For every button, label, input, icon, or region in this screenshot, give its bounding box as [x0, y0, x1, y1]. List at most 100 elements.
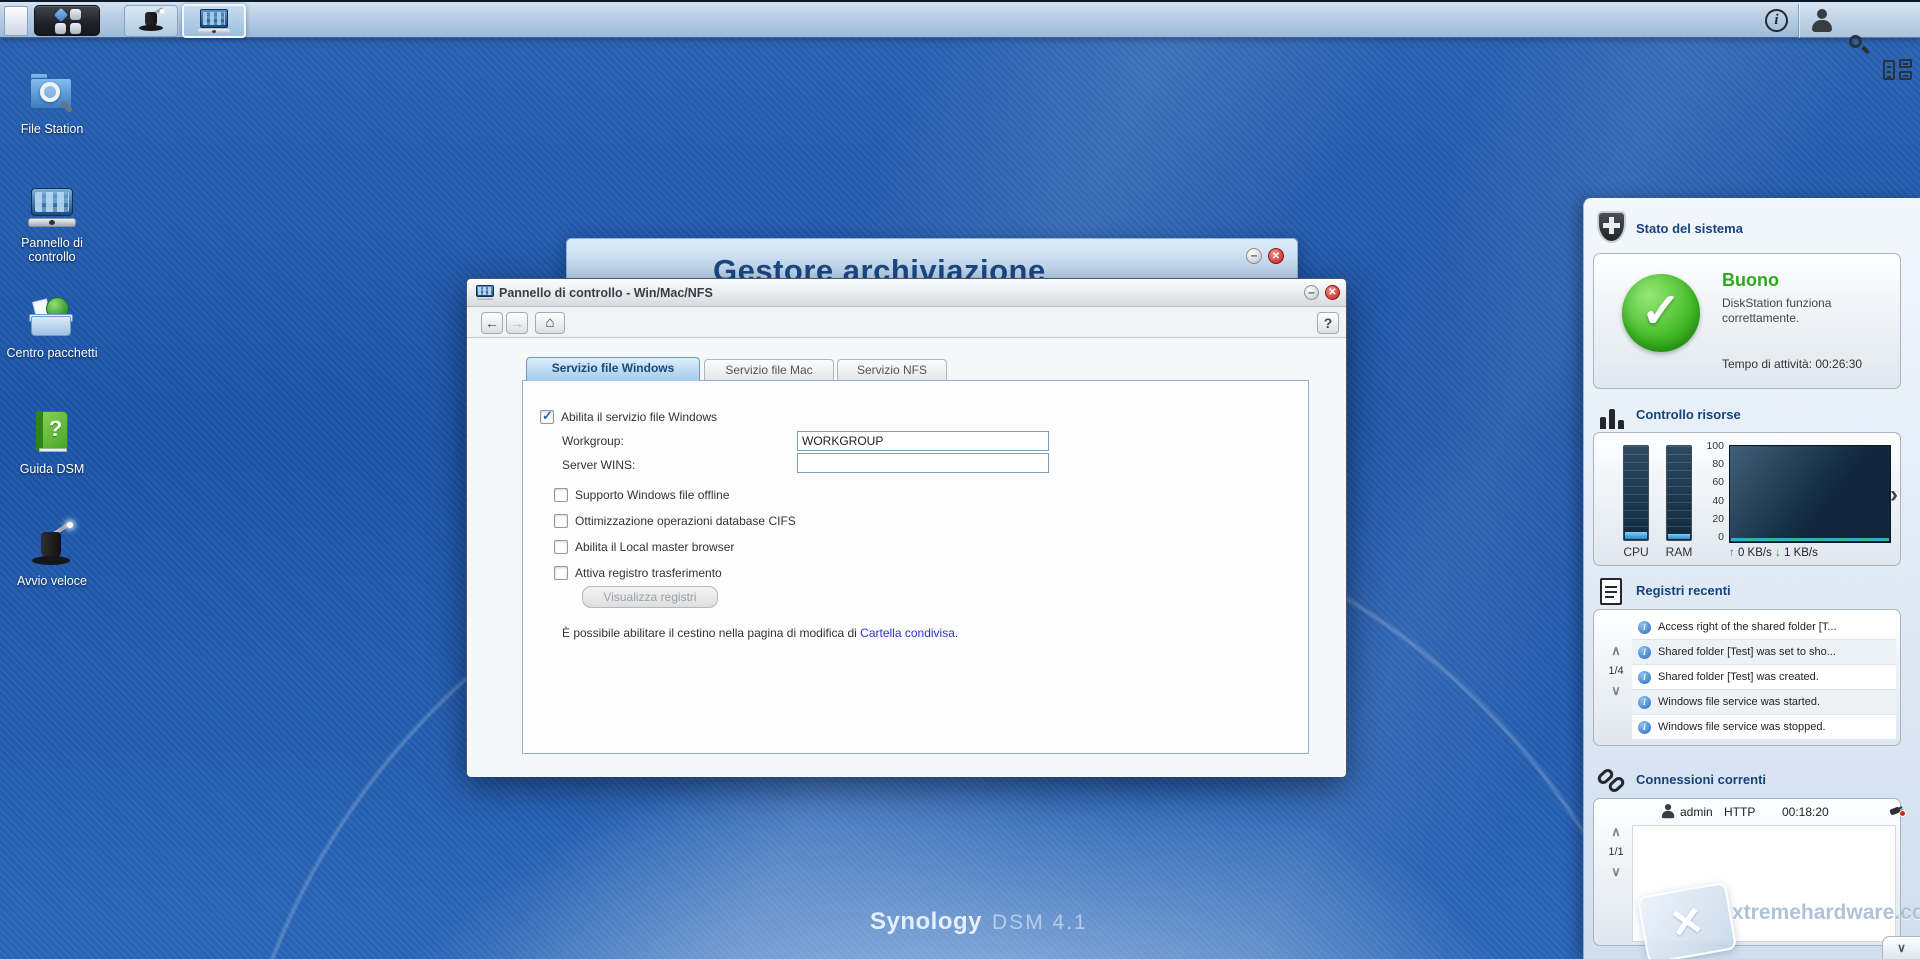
- recent-logs-card: ∧ 1/4 ∨ i Access right of the shared fold…: [1593, 609, 1901, 746]
- connection-protocol: HTTP: [1724, 805, 1756, 819]
- note-text: È possibile abilitare il cestino nella p…: [562, 626, 861, 640]
- enable-windows-service-checkbox[interactable]: [540, 408, 554, 424]
- taskbar-right-tray: [1798, 4, 1920, 80]
- desktop-icon-dsm-help[interactable]: ? Guida DSM: [4, 408, 100, 476]
- desktop-icon-control-panel[interactable]: Pannello di controllo: [4, 182, 100, 264]
- tab-mac-file-service[interactable]: Servizio file Mac: [704, 359, 834, 381]
- cifs-optimization-checkbox[interactable]: [554, 514, 568, 528]
- connection-user: admin: [1680, 805, 1713, 819]
- main-menu-icon: [53, 7, 81, 34]
- system-health-card: ✓ Buono DiskStation funziona correttamen…: [1593, 253, 1901, 389]
- file-station-icon: [27, 68, 77, 118]
- resource-monitor-expand-arrow[interactable]: ›: [1890, 481, 1898, 509]
- status-ok-icon: ✓: [1622, 274, 1700, 352]
- tab-content-panel: Abilita il servizio file Windows Workgro…: [522, 380, 1309, 754]
- log-row[interactable]: i Windows file service was stopped.: [1632, 715, 1896, 740]
- info-icon: i: [1638, 621, 1651, 634]
- upload-arrow-icon: ↑: [1729, 547, 1735, 559]
- storage-manager-title: Gestore archiviazione: [713, 253, 1046, 280]
- resource-monitor-card: CPU RAM 100 80 60 40 20 0 ↑ 0 KB/s ↓ 1 KB/s ›: [1593, 432, 1901, 566]
- page-down-icon[interactable]: ∨: [1602, 865, 1630, 879]
- network-throughput-graph: [1729, 445, 1891, 543]
- dsm-branding: Synology DSM 4.1: [870, 908, 1088, 936]
- info-icon: i: [1638, 646, 1651, 659]
- download-arrow-icon: ↓: [1775, 547, 1781, 559]
- minimize-button[interactable]: –: [1246, 248, 1262, 264]
- back-button[interactable]: ←: [481, 312, 503, 334]
- forward-button[interactable]: →: [506, 312, 528, 334]
- user-icon: [1660, 804, 1676, 819]
- control-panel-icon: [476, 285, 494, 301]
- desktop-icon-package-center[interactable]: Centro pacchetti: [4, 292, 100, 360]
- control-panel-icon: [27, 182, 77, 232]
- ram-label: RAM: [1665, 545, 1693, 559]
- resource-monitor-icon: [1600, 405, 1628, 429]
- desktop-icon-label: Guida DSM: [19, 462, 85, 476]
- system-health-shield-icon: [1597, 211, 1626, 243]
- resource-monitor-title: Controllo risorse: [1636, 407, 1741, 422]
- help-button[interactable]: ?: [1317, 312, 1339, 334]
- offline-files-checkbox[interactable]: [554, 488, 568, 502]
- wins-server-input[interactable]: [797, 453, 1049, 473]
- local-master-browser-label: Abilita il Local master browser: [575, 540, 735, 554]
- home-button[interactable]: ⌂: [535, 312, 565, 334]
- uptime-text: Tempo di attività: 00:26:30: [1722, 357, 1863, 371]
- page-up-icon[interactable]: ∧: [1602, 644, 1630, 658]
- info-icon[interactable]: i: [1765, 9, 1788, 32]
- log-row[interactable]: i Shared folder [Test] was set to sho...: [1632, 640, 1896, 665]
- page-up-icon[interactable]: ∧: [1602, 825, 1630, 839]
- tab-windows-file-service[interactable]: Servizio file Windows: [526, 357, 700, 381]
- magic-hat-icon: [138, 6, 164, 33]
- log-row[interactable]: i Shared folder [Test] was created.: [1632, 665, 1896, 690]
- brand-name: Synology: [870, 908, 983, 935]
- enable-windows-service-label: Abilita il servizio file Windows: [561, 410, 718, 424]
- brand-version: DSM 4.1: [992, 911, 1088, 934]
- disconnect-icon[interactable]: [1889, 805, 1906, 817]
- view-logs-button[interactable]: Visualizza registri: [582, 586, 718, 608]
- dialog-title: Pannello di controllo - Win/Mac/NFS: [499, 286, 713, 300]
- package-center-icon: [27, 292, 77, 342]
- info-icon: i: [1638, 696, 1651, 709]
- desktop-icon-label: Avvio veloce: [17, 574, 87, 588]
- info-icon: i: [1638, 721, 1651, 734]
- connections-icon: [1595, 765, 1629, 797]
- tab-nfs-service[interactable]: Servizio NFS: [837, 359, 947, 381]
- user-icon[interactable]: [1809, 9, 1835, 33]
- connection-row[interactable]: admin HTTP 00:18:20: [1632, 803, 1906, 823]
- network-graph-y-axis: 100 80 60 40 20 0: [1706, 440, 1724, 543]
- main-menu-button[interactable]: [34, 5, 100, 36]
- help-book-icon: ?: [27, 408, 77, 458]
- pilot-view-icon[interactable]: [1883, 59, 1913, 81]
- close-button[interactable]: ✕: [1325, 285, 1340, 300]
- upload-rate: 0 KB/s: [1737, 547, 1772, 559]
- search-icon[interactable]: [1847, 33, 1871, 57]
- storage-manager-window[interactable]: Gestore archiviazione – ✕: [566, 238, 1298, 280]
- page-down-icon[interactable]: ∨: [1602, 684, 1630, 698]
- logs-page-indicator: 1/4: [1608, 665, 1624, 677]
- transfer-log-checkbox[interactable]: [554, 566, 568, 580]
- desktop-icon-quick-start[interactable]: Avvio veloce: [4, 520, 100, 588]
- workgroup-label: Workgroup:: [562, 434, 624, 448]
- desktop-icon-file-station[interactable]: File Station: [4, 68, 100, 136]
- system-health-title: Stato del sistema: [1636, 221, 1743, 236]
- taskbar: i: [0, 0, 1920, 80]
- widget-panel-collapse-button[interactable]: ∨: [1882, 936, 1920, 959]
- dialog-titlebar[interactable]: Pannello di controllo - Win/Mac/NFS – ✕: [467, 279, 1346, 307]
- cpu-label: CPU: [1623, 545, 1649, 559]
- quick-start-taskbar-button[interactable]: [124, 5, 178, 37]
- local-master-browser-checkbox[interactable]: [554, 540, 568, 554]
- minimize-button[interactable]: –: [1304, 285, 1319, 300]
- log-list: i Access right of the shared folder [T...…: [1632, 615, 1896, 740]
- recent-logs-icon: [1600, 578, 1622, 605]
- note-suffix: .: [954, 626, 959, 640]
- taskbar-pull-tab[interactable]: [4, 6, 28, 36]
- offline-files-label: Supporto Windows file offline: [575, 488, 730, 502]
- workgroup-input[interactable]: [797, 431, 1049, 451]
- log-row[interactable]: i Access right of the shared folder [T...: [1632, 615, 1896, 640]
- close-button[interactable]: ✕: [1268, 248, 1284, 264]
- shared-folder-link[interactable]: Cartella condivisa: [860, 626, 955, 640]
- desktop-icon-label: Centro pacchetti: [6, 346, 98, 360]
- control-panel-taskbar-button[interactable]: [182, 4, 246, 38]
- connection-time: 00:18:20: [1782, 805, 1829, 819]
- log-row[interactable]: i Windows file service was started.: [1632, 690, 1896, 715]
